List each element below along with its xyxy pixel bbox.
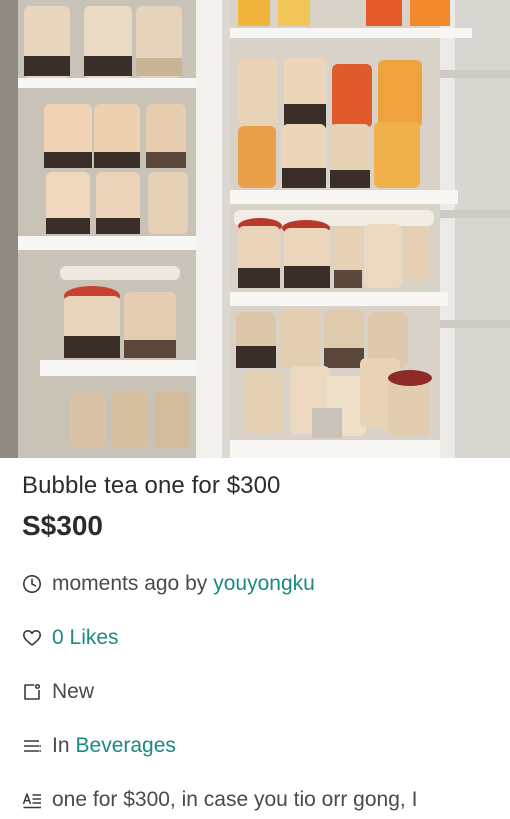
category-info: In Beverages [22,734,176,758]
category-prefix: In [52,734,70,757]
likes-count: 0 Likes [52,626,119,649]
seller-link[interactable]: youyongku [213,572,315,596]
likes-button[interactable]: 0 Likes [22,626,119,650]
clock-icon [22,574,42,594]
category-link[interactable]: Beverages [76,734,176,758]
condition-label: New [52,680,95,703]
description-text: one for $300, in case you tio orr gong, … [52,788,418,811]
listing-photo[interactable] [0,0,510,458]
listing-price: S$300 [22,510,103,541]
condition-info: New [22,680,94,704]
text-icon [22,790,42,810]
posted-time: moments ago by [52,572,208,595]
posted-info: moments ago by youyongku [22,572,315,596]
list-icon [22,736,42,756]
heart-icon [22,628,42,648]
listing-details: Bubble tea one for $300 S$300 moments ag… [0,458,510,819]
tag-icon [22,682,42,702]
description: one for $300, in case you tio orr gong, … [22,788,417,812]
listing-title: Bubble tea one for $300 [22,472,281,499]
fridge-illustration [0,0,510,458]
listing-page: Bubble tea one for $300 S$300 moments ag… [0,0,510,819]
